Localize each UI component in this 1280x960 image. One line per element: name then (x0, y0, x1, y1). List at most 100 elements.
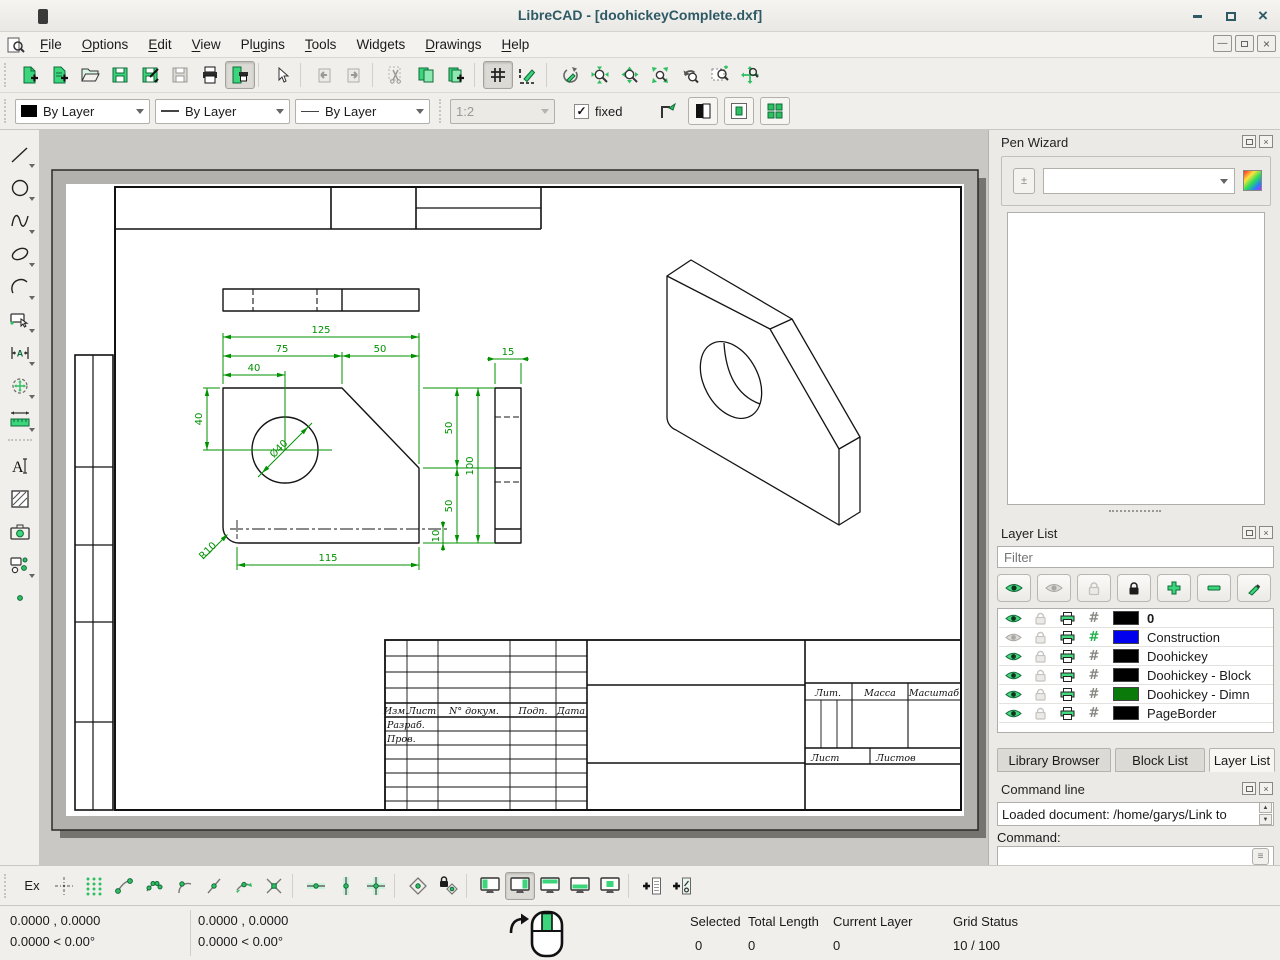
ellipse-tool-button[interactable] (2, 237, 38, 270)
layer-row[interactable]: #Doohickey (999, 647, 1273, 666)
ortho-pencil-button[interactable] (513, 61, 543, 89)
layer-print-toggle[interactable] (1053, 707, 1081, 720)
layer-lock-toggle[interactable] (1027, 688, 1053, 701)
layer-row[interactable]: #Doohickey - Block (999, 666, 1273, 685)
remove-layer-button[interactable] (1197, 574, 1231, 602)
menu-options[interactable]: Options (72, 34, 139, 55)
layer-visibility-toggle[interactable] (999, 613, 1027, 624)
dock-splitter[interactable] (1109, 510, 1161, 512)
exclusive-snap-button[interactable]: Ex (15, 872, 49, 900)
open-file-button[interactable] (75, 61, 105, 89)
dock-right-button[interactable] (505, 872, 535, 900)
layer-list-float-button[interactable] (1242, 526, 1256, 539)
export-button[interactable] (165, 61, 195, 89)
snap-endpoints-button[interactable] (109, 872, 139, 900)
layer-row[interactable]: #PageBorder (999, 704, 1273, 723)
pen-linetype-combo[interactable]: By Layer (295, 99, 430, 124)
cut-button[interactable] (381, 61, 411, 89)
layer-construction-toggle[interactable]: # (1081, 649, 1107, 664)
layer-color-swatch[interactable] (1113, 630, 1139, 644)
minimize-button[interactable] (1184, 6, 1210, 26)
layer-name[interactable]: Doohickey - Dimn (1143, 687, 1250, 702)
layer-print-toggle[interactable] (1053, 688, 1081, 701)
snap-free-button[interactable] (49, 872, 79, 900)
tab-layer-list[interactable]: Layer List (1209, 748, 1275, 772)
restrict-vertical-button[interactable] (331, 872, 361, 900)
toolbar-grip[interactable] (439, 99, 447, 123)
grid-toggle-button[interactable] (483, 61, 513, 89)
pen-color-combo[interactable]: By Layer (15, 99, 150, 124)
layer-list-close-button[interactable]: × (1259, 526, 1273, 539)
layer-lock-toggle[interactable] (1027, 650, 1053, 663)
pen-wizard-combo[interactable] (1043, 168, 1235, 194)
pen-wizard-plusminus-button[interactable]: ± (1013, 168, 1035, 194)
dock-bottom-button[interactable] (565, 872, 595, 900)
select-pointer-button[interactable] (267, 61, 297, 89)
pen-wizard-float-button[interactable] (1242, 135, 1256, 148)
lock-relative-zero-button[interactable] (433, 872, 463, 900)
unlock-all-layers-button[interactable] (1077, 574, 1111, 602)
layer-construction-toggle[interactable]: # (1081, 687, 1107, 702)
snap-distance-button[interactable] (229, 872, 259, 900)
pen-wizard-list[interactable] (1007, 212, 1265, 505)
new-from-template-button[interactable] (45, 61, 75, 89)
modify-tool-button[interactable] (2, 369, 38, 402)
zoom-window-button[interactable] (705, 61, 735, 89)
history-scroll-down-button[interactable]: ▼ (1259, 814, 1272, 825)
layer-print-toggle[interactable] (1053, 631, 1081, 644)
close-button[interactable]: × (1250, 6, 1276, 26)
menu-edit[interactable]: Edit (138, 34, 181, 55)
menu-help[interactable]: Help (492, 34, 540, 55)
pen-wizard-color-button[interactable] (1243, 170, 1262, 191)
menu-tools[interactable]: Tools (295, 34, 347, 55)
save-as-button[interactable] (135, 61, 165, 89)
layer-lock-toggle[interactable] (1027, 612, 1053, 625)
layer-construction-toggle[interactable]: # (1081, 706, 1107, 721)
menu-widgets[interactable]: Widgets (346, 34, 415, 55)
print-preview-button[interactable] (225, 61, 255, 89)
pen-wizard-close-button[interactable]: × (1259, 135, 1273, 148)
layer-print-toggle[interactable] (1053, 669, 1081, 682)
new-drawing-button[interactable] (15, 61, 45, 89)
layer-lock-toggle[interactable] (1027, 669, 1053, 682)
select-tool-button[interactable] (2, 303, 38, 336)
draft-mode-button[interactable] (688, 97, 718, 125)
add-layer-button[interactable] (1157, 574, 1191, 602)
mdi-close-button[interactable]: × (1257, 35, 1276, 52)
restrict-orthogonal-button[interactable] (361, 872, 391, 900)
hide-all-layers-button[interactable] (1037, 574, 1071, 602)
add-command-widget-button[interactable] (637, 872, 667, 900)
maximize-button[interactable] (1218, 6, 1244, 26)
layer-color-swatch[interactable] (1113, 611, 1139, 625)
circle-tool-button[interactable] (2, 171, 38, 204)
layer-visibility-toggle[interactable] (999, 632, 1027, 643)
preview-area-button[interactable] (724, 97, 754, 125)
set-relative-zero-button[interactable] (403, 872, 433, 900)
text-tool-button[interactable]: A (2, 449, 38, 482)
snap-center-button[interactable] (169, 872, 199, 900)
layer-construction-toggle[interactable]: # (1081, 630, 1107, 645)
layer-name[interactable]: 0 (1143, 611, 1154, 626)
zoom-in-button[interactable] (585, 61, 615, 89)
redo-button[interactable] (339, 61, 369, 89)
print-button[interactable] (195, 61, 225, 89)
angle-corner-button[interactable] (652, 97, 682, 125)
pen-width-combo[interactable]: By Layer (155, 99, 290, 124)
layer-color-swatch[interactable] (1113, 706, 1139, 720)
layer-row[interactable]: #0 (999, 609, 1273, 628)
arc-tool-button[interactable] (2, 270, 38, 303)
paste-button[interactable] (441, 61, 471, 89)
measure-tool-button[interactable] (2, 402, 38, 435)
layer-color-swatch[interactable] (1113, 649, 1139, 663)
menu-file[interactable]: File (30, 34, 72, 55)
tile-views-button[interactable] (760, 97, 790, 125)
zoom-pan-button[interactable] (735, 61, 765, 89)
mdi-restore-button[interactable] (1235, 35, 1254, 52)
show-all-layers-button[interactable] (997, 574, 1031, 602)
save-button[interactable] (105, 61, 135, 89)
command-options-button[interactable]: ≡ (1252, 848, 1269, 865)
restrict-horizontal-button[interactable] (301, 872, 331, 900)
edit-layer-button[interactable] (1237, 574, 1271, 602)
layer-visibility-toggle[interactable] (999, 708, 1027, 719)
point-tool-button[interactable] (2, 581, 38, 614)
